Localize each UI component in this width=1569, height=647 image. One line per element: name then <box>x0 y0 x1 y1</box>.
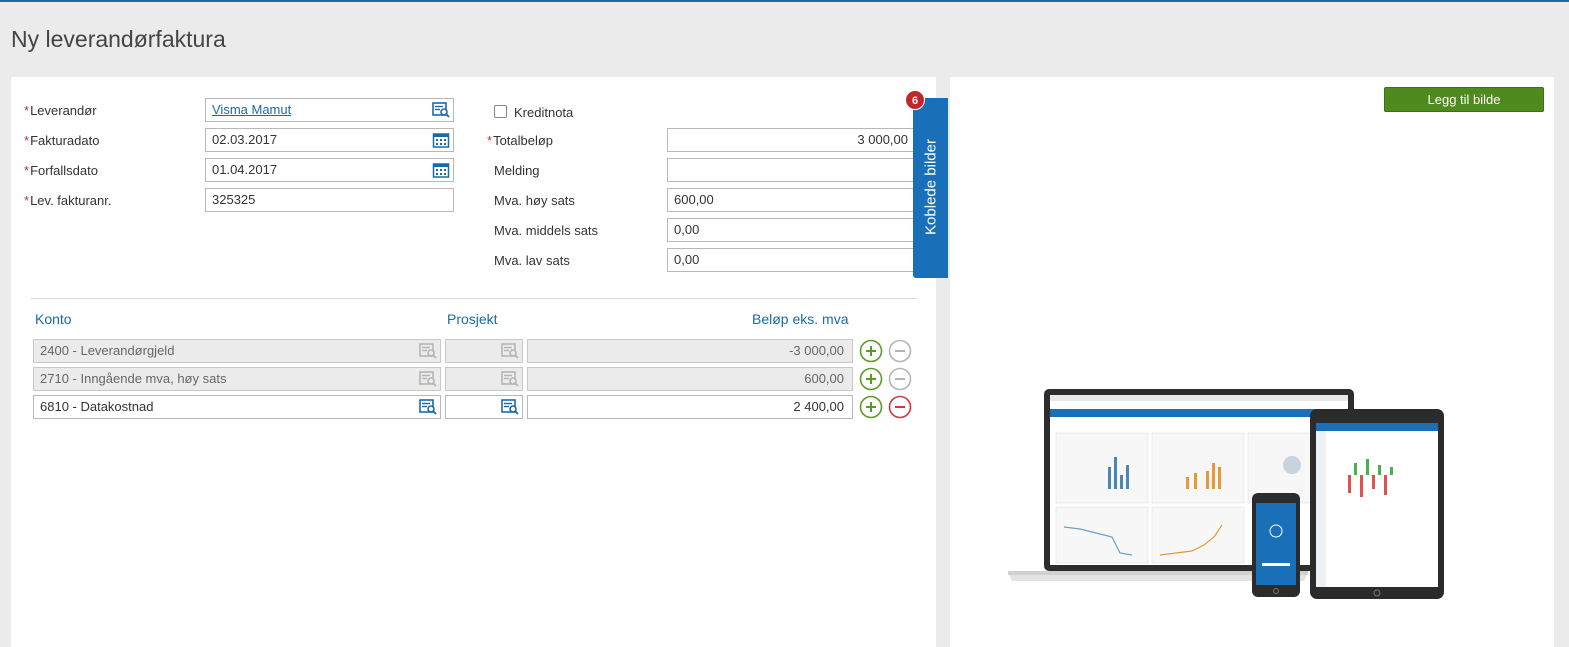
lookup-icon <box>501 343 519 359</box>
supplier-field[interactable]: Visma Mamut <box>205 98 454 122</box>
vat-low-label: Mva. lav sats <box>494 253 570 268</box>
lookup-icon <box>419 371 437 387</box>
devices-illustration <box>1008 389 1444 599</box>
calendar-icon[interactable] <box>432 132 450 148</box>
top-accent-bar <box>0 0 1569 2</box>
col-header-amount: Beløp eks. mva <box>752 311 849 327</box>
page-title: Ny leverandørfaktura <box>11 26 226 52</box>
lookup-icon[interactable] <box>419 399 437 415</box>
supplier-invoice-no-field[interactable]: 325325 <box>205 188 454 212</box>
line-3-amount-field[interactable]: 2 400,00 <box>527 395 853 419</box>
invoice-date-field[interactable]: 02.03.2017 <box>205 128 454 152</box>
supplier-link[interactable]: Visma Mamut <box>212 102 291 117</box>
invoice-form-panel: *Leverandør Visma Mamut *Fakturadato 02.… <box>11 77 936 647</box>
message-label: Melding <box>494 163 540 178</box>
vat-medium-label: Mva. middels sats <box>494 223 599 238</box>
credit-note-label: Kreditnota <box>514 105 574 120</box>
lookup-icon <box>501 371 519 387</box>
remove-line-button <box>888 367 912 391</box>
calendar-icon[interactable] <box>432 162 450 178</box>
line-3-project-field[interactable] <box>445 395 523 419</box>
linked-images-count-badge: 6 <box>905 90 925 110</box>
section-divider <box>31 298 917 299</box>
vat-low-field[interactable]: 0,00 <box>667 248 917 272</box>
credit-note-checkbox[interactable] <box>494 105 507 118</box>
vat-medium-field[interactable]: 0,00 <box>667 218 917 242</box>
message-field[interactable] <box>667 158 917 182</box>
image-panel: Legg til bilde <box>950 77 1554 647</box>
add-image-button[interactable]: Legg til bilde <box>1384 87 1544 112</box>
line-3-account-field[interactable]: 6810 - Datakostnad <box>33 395 441 419</box>
due-date-field[interactable]: 01.04.2017 <box>205 158 454 182</box>
remove-line-button[interactable] <box>888 395 912 419</box>
line-1-account-field: 2400 - Leverandørgjeld <box>33 339 441 363</box>
line-2-amount-field: 600,00 <box>527 367 853 391</box>
supplier-invoice-no-label: *Lev. fakturanr. <box>24 193 112 208</box>
add-line-button[interactable] <box>859 367 883 391</box>
add-line-button[interactable] <box>859 395 883 419</box>
vat-high-field[interactable]: 600,00 <box>667 188 917 212</box>
total-amount-label: *Totalbeløp <box>487 133 554 148</box>
line-1-project-field <box>445 339 523 363</box>
total-amount-field[interactable]: 3 000,00 <box>667 128 917 152</box>
line-1-amount-field: -3 000,00 <box>527 339 853 363</box>
remove-line-button <box>888 339 912 363</box>
supplier-label: *Leverandør <box>24 103 97 118</box>
lookup-icon[interactable] <box>432 102 450 118</box>
vat-high-label: Mva. høy sats <box>494 193 575 208</box>
lookup-icon <box>419 343 437 359</box>
col-header-project: Prosjekt <box>447 311 498 327</box>
col-header-account: Konto <box>35 311 72 327</box>
linked-images-tab-label[interactable]: Koblede bilder <box>923 139 940 235</box>
line-2-project-field <box>445 367 523 391</box>
invoice-date-label: *Fakturadato <box>24 133 100 148</box>
add-line-button[interactable] <box>859 339 883 363</box>
line-2-account-field: 2710 - Inngående mva, høy sats <box>33 367 441 391</box>
lookup-icon[interactable] <box>501 399 519 415</box>
due-date-label: *Forfallsdato <box>24 163 98 178</box>
